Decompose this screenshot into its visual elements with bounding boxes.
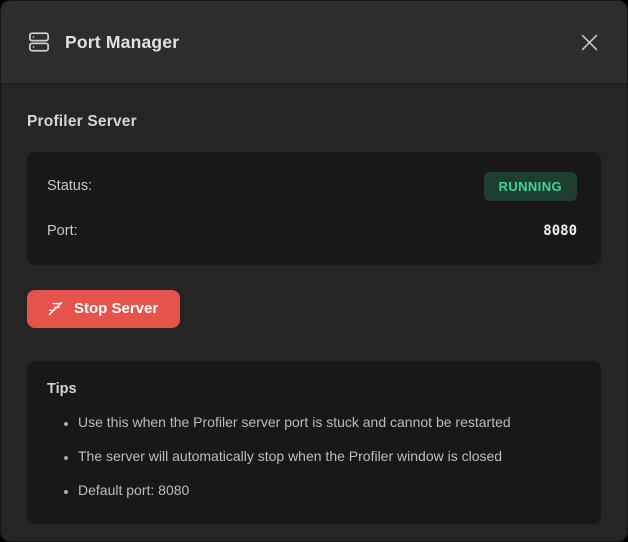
server-off-icon <box>47 300 64 317</box>
port-row: Port: 8080 <box>47 216 577 246</box>
status-badge: RUNNING <box>484 172 577 201</box>
tips-panel: Tips Use this when the Profiler server p… <box>27 361 601 524</box>
titlebar: Port Manager <box>1 1 627 84</box>
stop-server-button[interactable]: Stop Server <box>27 290 180 328</box>
dialog-body: Profiler Server Status: RUNNING Port: 80… <box>1 84 627 541</box>
status-row: Status: RUNNING <box>47 171 577 201</box>
port-label: Port: <box>47 223 78 239</box>
status-label: Status: <box>47 178 92 194</box>
port-manager-dialog: Port Manager Profiler Server Status: RUN… <box>0 0 628 542</box>
window-title: Port Manager <box>65 32 179 53</box>
tip-item: Use this when the Profiler server port i… <box>78 412 581 433</box>
close-button[interactable] <box>573 26 605 58</box>
tip-item: The server will automatically stop when … <box>78 446 581 467</box>
server-icon <box>28 31 50 53</box>
stop-server-label: Stop Server <box>74 300 158 317</box>
tips-list: Use this when the Profiler server port i… <box>47 412 581 501</box>
tip-item: Default port: 8080 <box>78 480 581 501</box>
port-value: 8080 <box>543 223 577 239</box>
tips-heading: Tips <box>47 381 581 397</box>
section-heading: Profiler Server <box>27 113 601 131</box>
status-panel: Status: RUNNING Port: 8080 <box>27 152 601 265</box>
close-icon <box>581 34 598 51</box>
